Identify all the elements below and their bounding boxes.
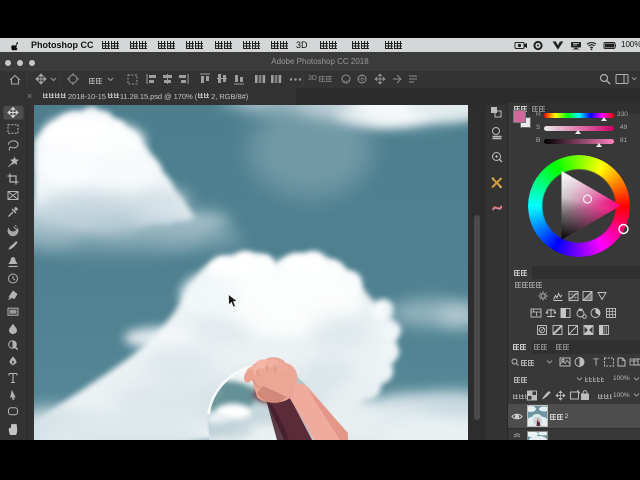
svg-text:T: T — [593, 358, 599, 369]
